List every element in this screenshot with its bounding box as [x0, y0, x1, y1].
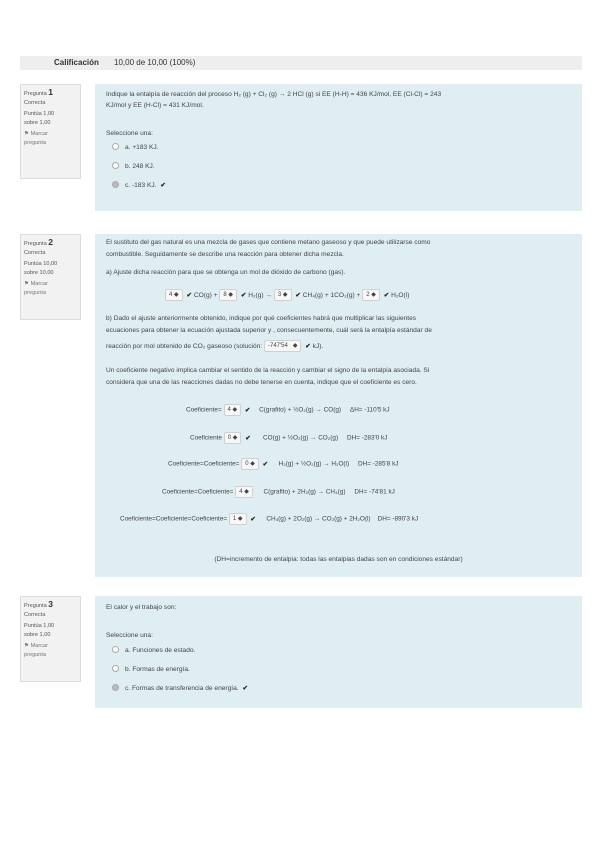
check-icon: ✔: [250, 515, 256, 523]
question-label: Pregunta: [24, 91, 47, 97]
question-label: Pregunta: [24, 241, 47, 247]
radio-button[interactable]: [112, 143, 119, 150]
flag-icon: ⚑: [24, 643, 30, 649]
coefficient-row: Coeficiente=Coeficiente=Coeficiente= 1 ◆…: [120, 513, 418, 525]
question-1-content: Indique la entalpía de reacción del proc…: [95, 84, 582, 211]
question-number: 2: [48, 237, 53, 247]
grade-summary: Calificación 10,00 de 10,00 (100%): [20, 56, 582, 70]
question-2-content: El sustituto del gas natural es una mezc…: [95, 234, 582, 577]
coefficient-select[interactable]: 4 ◆: [235, 486, 253, 498]
question-text-line: Indique la entalpía de reacción del proc…: [106, 91, 442, 98]
answer-option-a[interactable]: a. +183 KJ.: [112, 143, 159, 153]
answer-option-c[interactable]: c. -183 KJ. ✔: [112, 181, 166, 191]
check-icon: ✔: [305, 342, 311, 350]
check-icon: ✔: [160, 182, 166, 189]
check-icon: ✔: [295, 291, 301, 299]
question-label: Pregunta: [24, 603, 47, 609]
check-icon: ✔: [242, 685, 248, 692]
check-icon: ✔: [244, 406, 251, 414]
question-state: Correcta: [24, 611, 46, 618]
answer-option-a[interactable]: a. Funciones de estado.: [112, 646, 195, 656]
question-text: El calor y el trabajo son:: [106, 604, 177, 611]
question-score: Puntúa 10,00 sobre 10,00: [24, 261, 58, 276]
question-text-line: KJ/mol y EE (H-Cl) = 431 KJ/mol.: [106, 102, 204, 109]
question-1-info: Pregunta 1 Correcta Puntúa 1,00 sobre 1,0…: [20, 84, 81, 179]
coefficient-select[interactable]: 8 ◆: [219, 289, 237, 301]
question-score: Puntúa 1,00 sobre 1,00: [24, 623, 55, 638]
coefficient-select[interactable]: 4 ◆: [223, 404, 242, 416]
answer-option-c[interactable]: c. Formas de transferencia de energía. ✔: [112, 684, 248, 694]
answer-option-b[interactable]: b. 248 KJ.: [112, 162, 155, 172]
check-icon: ✔: [262, 460, 268, 468]
coefficient-select[interactable]: 0 ◆: [241, 458, 259, 470]
flag-icon: ⚑: [24, 131, 30, 137]
question-state: Correcta: [24, 249, 46, 256]
radio-button[interactable]: [112, 162, 119, 169]
coefficient-select[interactable]: 2 ◆: [362, 289, 380, 301]
coefficient-row: Coeficiente=Coeficiente= 4 ◆ C(grafito) …: [162, 486, 395, 498]
question-number: 3: [48, 599, 53, 609]
answer-option-b[interactable]: b. Formas de energía.: [112, 665, 190, 675]
select-prompt: Seleccione una:: [106, 632, 153, 639]
flag-question-button[interactable]: ⚑ Marcar pregunta: [24, 280, 80, 297]
check-icon: ✔: [245, 434, 251, 442]
coefficient-row: Coeficiente=Coeficiente= 0 ◆ ✔ H₂(g) + ½…: [168, 458, 398, 470]
instruction-text: considera que una de las reacciones dada…: [106, 379, 417, 386]
coefficient-select[interactable]: 1 ◆: [228, 513, 247, 525]
coefficient-select[interactable]: 3 ◆: [273, 289, 292, 301]
grade-value: 10,00 de 10,00 (100%): [114, 58, 196, 67]
check-icon: ✔: [240, 291, 247, 299]
coefficient-select[interactable]: 4 ◆: [165, 289, 183, 301]
coefficient-row: Coeficiente 0 ◆ ✔ CO(g) + ½O₂(g) → CO₂(g…: [190, 432, 387, 444]
question-3-info: Pregunta 3 Correcta Puntúa 1,00 sobre 1,0…: [20, 596, 81, 682]
part-b-text: ecuaciones para obtener la ecuación ajus…: [106, 327, 432, 334]
coefficient-select[interactable]: 0 ◆: [223, 432, 242, 444]
radio-button-selected[interactable]: [112, 181, 119, 188]
question-state: Correcta: [24, 99, 46, 106]
question-number: 1: [48, 87, 53, 97]
flag-icon: ⚑: [24, 281, 30, 287]
select-prompt: Seleccione una:: [106, 130, 153, 137]
check-icon: ✔: [383, 291, 390, 299]
part-b-text: b) Dado el ajuste anteriormente obtenido…: [106, 315, 417, 322]
instruction-text: Un coeficiente negativo implica cambiar …: [106, 367, 430, 374]
question-score: Puntúa 1,00 sobre 1,00: [24, 111, 55, 126]
coefficient-row: Coeficiente= 4 ◆ ✔ C(grafito) + ½O₂(g) →…: [186, 404, 390, 416]
flag-question-button[interactable]: ⚑ Marcar pregunta: [24, 642, 80, 659]
question-3-content: El calor y el trabajo son: Seleccione un…: [95, 596, 582, 708]
equation-a: 4 ◆ ✔ CO(g) + 8 ◆ ✔ H₂(g) → 3 ◆ ✔ CH₄(g)…: [165, 289, 409, 301]
question-2-info: Pregunta 2 Correcta Puntúa 10,00 sobre 10…: [20, 234, 81, 320]
check-icon: ✔: [186, 291, 193, 299]
part-b-text: reacción por mol obtenido de CO₂ gaseoso…: [106, 340, 323, 352]
question-text-line: combustible. Seguidamente se describe un…: [106, 251, 344, 258]
footnote: (DH=incremento de entalpia: todas las en…: [214, 556, 463, 563]
radio-button-selected[interactable]: [112, 684, 119, 691]
flag-question-button[interactable]: ⚑ Marcar pregunta: [24, 130, 80, 147]
radio-button[interactable]: [112, 646, 119, 653]
grade-label: Calificación: [54, 58, 99, 67]
answer-select[interactable]: -747'54 ◆: [263, 340, 302, 352]
part-a-text: a) Ajuste dicha reacción para que se obt…: [106, 269, 346, 276]
question-text-line: El sustituto del gas natural es una mezc…: [106, 239, 431, 246]
radio-button[interactable]: [112, 665, 119, 672]
